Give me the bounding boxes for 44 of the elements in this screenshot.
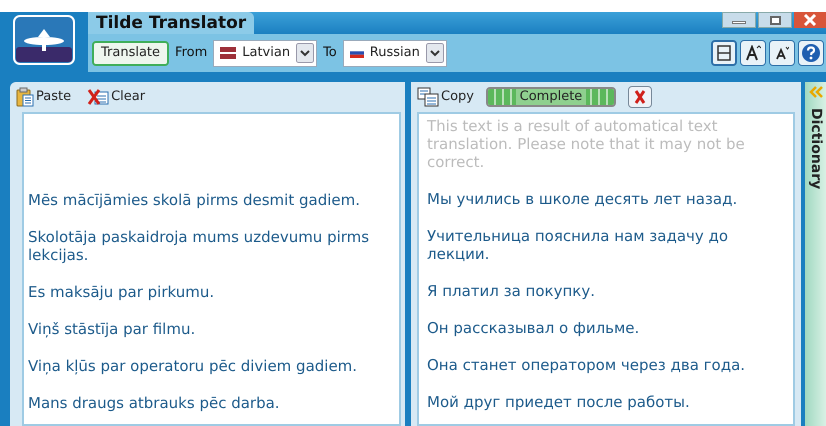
app-logo-icon — [13, 15, 75, 65]
sentence: Учительница пояснила нам задачу до лекции. — [427, 227, 730, 263]
clipboard-icon — [16, 87, 34, 107]
from-language-dropdown[interactable]: Latvian — [213, 40, 318, 66]
translate-button[interactable]: Translate — [92, 40, 170, 66]
to-language-dropdown[interactable]: Russian — [342, 40, 447, 66]
window-title: Tilde Translator — [88, 12, 254, 34]
sentence: Мы учились в школе десять лет назад. — [427, 190, 738, 208]
to-label: To — [323, 44, 337, 62]
maximize-button[interactable] — [758, 12, 792, 28]
sentence: Mēs mācījāmies skolā pirms desmit gadiem. — [28, 191, 361, 209]
sentence: Viņš stāstīja par filmu. — [28, 320, 196, 338]
sentence: Он рассказывал о фильме. — [427, 319, 640, 337]
cancel-button[interactable] — [628, 86, 652, 108]
progress-label: Complete — [516, 89, 586, 105]
copy-button[interactable]: Copy — [417, 87, 474, 107]
minimize-button[interactable] — [722, 12, 756, 28]
layout-button[interactable] — [711, 40, 737, 66]
sentence: Я платил за покупку. — [427, 282, 596, 300]
sentence: Skolotāja paskaidroja mums uzdevumu pirms lekcijas. — [28, 228, 370, 264]
double-chevron-icon — [808, 86, 822, 98]
font-larger-icon — [745, 45, 761, 61]
decrease-font-button[interactable] — [769, 40, 795, 66]
increase-font-button[interactable] — [740, 40, 766, 66]
help-icon — [801, 43, 821, 63]
copy-icon — [417, 87, 439, 107]
clear-icon — [87, 88, 110, 106]
sentence: Mans draugs atbrauks pēc darba. — [28, 394, 281, 412]
translation-notice: This text is a result of automatical text translation. Please note that it may not be correct. — [427, 117, 746, 171]
help-button[interactable] — [798, 40, 824, 66]
font-smaller-icon — [775, 46, 789, 60]
close-icon — [634, 90, 646, 104]
paste-button[interactable]: Paste — [16, 87, 72, 107]
sentence: Viņa kļūs par operatoru pēc diviem gadiem. — [28, 357, 358, 375]
dictionary-tab[interactable]: Dictionary — [805, 82, 826, 426]
clear-button[interactable]: Clear — [87, 87, 146, 107]
close-icon — [803, 14, 817, 26]
layout-icon — [717, 45, 731, 61]
close-button[interactable] — [794, 12, 826, 28]
sentence: Мой друг приедет после работы. — [427, 393, 691, 411]
sentence: Es maksāju par pirkumu. — [28, 283, 216, 301]
from-label: From — [175, 44, 208, 62]
flag-icon — [220, 47, 236, 59]
sentence: Она станет оператором через два года. — [427, 356, 746, 374]
